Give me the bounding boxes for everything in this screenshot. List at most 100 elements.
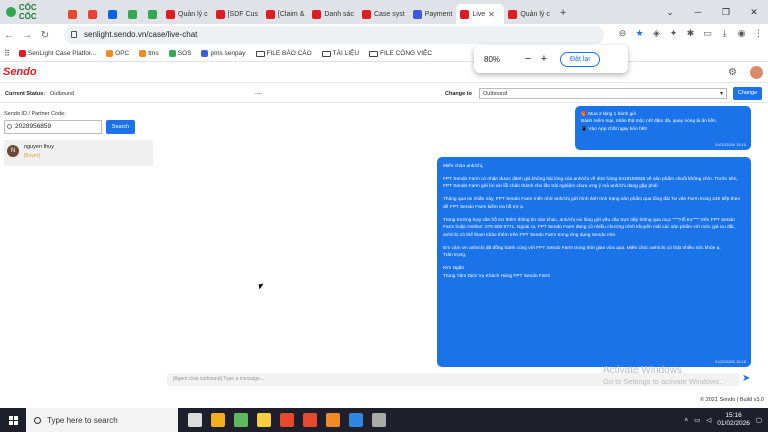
gear-icon[interactable]: ⚙ xyxy=(728,67,737,78)
windows-start-icon[interactable] xyxy=(0,408,26,432)
search-button[interactable]: Search xyxy=(106,120,135,134)
brand-label: CỐC CỐC xyxy=(18,3,37,21)
bookmark-star-icon[interactable]: ★ xyxy=(634,28,645,39)
bookmark-label: SenLight Case Platfor... xyxy=(27,50,97,57)
browser-tab[interactable]: Quản lý c xyxy=(504,4,554,24)
forward-icon[interactable]: → xyxy=(18,30,36,41)
favicon-icon xyxy=(106,50,114,57)
zoom-in-button[interactable]: + xyxy=(536,53,552,65)
taskbar-app-icon[interactable] xyxy=(372,413,386,427)
back-icon[interactable]: ← xyxy=(0,30,18,41)
new-tab-button[interactable]: + xyxy=(554,7,572,19)
browser-tab[interactable]: Payment xyxy=(409,4,457,24)
puzzle-icon[interactable]: ✱ xyxy=(685,28,696,39)
apps-grid-icon[interactable]: ⠿ xyxy=(4,49,10,58)
chat-panel: 🎁 Mua 2 tặng 1 bánh giò Bánh mềm mại, nh… xyxy=(157,104,768,392)
bookmark-item[interactable]: FILE BÁO CÁO xyxy=(255,50,312,57)
browser-tab[interactable] xyxy=(142,4,162,24)
change-button[interactable]: Change xyxy=(733,87,762,100)
taskbar-app-icon[interactable] xyxy=(326,413,340,427)
browser-tab[interactable]: Live ✕ xyxy=(456,4,505,24)
coccoc-logo[interactable]: CỐC CỐC xyxy=(0,3,62,21)
message-line: Bánh mềm mại, nhân thịt mộc nhĩ đậm đà, … xyxy=(581,119,717,125)
bookmark-item[interactable]: OPC xyxy=(106,50,129,57)
system-tray: ˄ ▭ ◁ 15:16 01/02/2026 ▢ xyxy=(684,408,768,432)
favicon-icon xyxy=(412,9,422,19)
taskbar-app-icon[interactable] xyxy=(257,413,271,427)
network-icon[interactable]: ▭ xyxy=(694,416,700,424)
message-paragraph: Thông qua tin nhắn này, FPT Sendo Farm m… xyxy=(443,197,741,210)
list-item[interactable]: N nguyen thuy [Buyer] xyxy=(4,140,153,166)
favicon-icon xyxy=(139,50,147,57)
browser-tab[interactable] xyxy=(122,4,142,24)
taskbar-app-icon[interactable] xyxy=(211,413,225,427)
zoom-reset-button[interactable]: Đặt lại xyxy=(560,51,600,67)
bookmark-item[interactable]: tms xyxy=(139,50,159,57)
change-to-select[interactable]: Outbound ▾ xyxy=(479,88,727,99)
menu-icon[interactable]: ⋮ xyxy=(753,28,764,39)
conversation-name: nguyen thuy xyxy=(24,144,54,150)
window-controls: ⌄ ─ ❐ ✕ xyxy=(656,0,768,24)
message-paragraph: Kim Ngân Trung Tâm Dịch Vụ Khách Hàng FP… xyxy=(443,266,551,279)
browser-tab[interactable]: Quản lý c xyxy=(162,4,212,24)
tray-chevron-icon[interactable]: ˄ xyxy=(684,417,688,424)
change-to-value: Outbound xyxy=(483,91,508,97)
address-bar-row: ← → ↻ senlight.sendo.vn/case/live-chat ⊖… xyxy=(0,24,768,46)
profile-icon[interactable]: ◉ xyxy=(736,28,747,39)
clock-time: 15:16 xyxy=(725,411,742,419)
clock-date: 01/02/2026 xyxy=(717,420,750,427)
volume-icon[interactable]: ◁ xyxy=(706,416,711,424)
bookmark-label: TÀI LIỆU xyxy=(332,50,360,57)
zoom-out-button[interactable]: − xyxy=(520,53,536,65)
browser-tab[interactable]: Danh sác xyxy=(308,4,358,24)
taskbar-app-icon[interactable] xyxy=(280,413,294,427)
search-icon xyxy=(7,124,12,129)
status-bar: Current Status: Outbound ---- Change to … xyxy=(0,86,768,103)
browser-tab[interactable] xyxy=(102,4,122,24)
avatar[interactable] xyxy=(750,66,763,79)
reload-icon[interactable]: ↻ xyxy=(36,30,54,41)
url-field[interactable]: senlight.sendo.vn/case/live-chat xyxy=(64,26,604,44)
favicon-icon xyxy=(147,9,157,19)
maximize-button[interactable]: ❐ xyxy=(712,0,740,24)
close-tab-icon[interactable]: ✕ xyxy=(488,10,495,19)
tab-search-icon[interactable]: ⌄ xyxy=(656,0,684,24)
browser-tab[interactable]: Case syst xyxy=(358,4,409,24)
favicon-icon xyxy=(201,50,209,57)
bookmark-item[interactable]: TÀI LIỆU xyxy=(321,50,360,57)
message-paragraph: Trong trường hợp cần hỗ trợ thêm thông t… xyxy=(443,217,735,238)
extension-icon[interactable]: ✦ xyxy=(668,28,679,39)
notification-icon[interactable]: ▢ xyxy=(756,416,762,424)
send-icon[interactable]: ➤ xyxy=(742,373,750,384)
sidebar-icon[interactable]: ▭ xyxy=(702,28,713,39)
taskbar-app-icon[interactable] xyxy=(188,413,202,427)
taskbar-app-icon[interactable] xyxy=(303,413,317,427)
sendo-id-value: 2028956859 xyxy=(15,123,52,130)
bookmark-item[interactable]: SOS xyxy=(168,50,191,57)
bookmark-item[interactable]: SenLight Case Platfor... xyxy=(18,50,97,57)
browser-tab[interactable] xyxy=(62,4,82,24)
sendo-id-input[interactable]: 2028956859 xyxy=(4,120,102,134)
bookmark-item[interactable]: FILE CÔNG VIỆC xyxy=(369,50,432,57)
bookmark-item[interactable]: pms senpay xyxy=(201,50,246,57)
taskbar-search-input[interactable]: Type here to search xyxy=(26,408,178,432)
browser-tab[interactable]: [Claim & xyxy=(262,4,308,24)
shield-icon[interactable]: ◈ xyxy=(651,28,662,39)
taskbar-app-icon[interactable] xyxy=(349,413,363,427)
taskbar-clock[interactable]: 15:16 01/02/2026 xyxy=(717,412,750,429)
browser-tab[interactable]: [SDF Cus xyxy=(212,4,262,24)
minimize-button[interactable]: ─ xyxy=(684,0,712,24)
bookmark-label: FILE BÁO CÁO xyxy=(266,50,312,57)
folder-icon xyxy=(255,50,265,57)
bookmarks-bar: ⠿ SenLight Case Platfor... OPC tms SOS pms s… xyxy=(0,46,768,62)
sendo-logo[interactable]: Sendo xyxy=(3,66,37,78)
favicon-icon xyxy=(127,9,137,19)
close-window-button[interactable]: ✕ xyxy=(740,0,768,24)
message-time: 01/02/2026 15:10 xyxy=(714,141,746,147)
zoom-icon[interactable]: ⊖ xyxy=(617,28,628,39)
taskbar-app-icon[interactable] xyxy=(234,413,248,427)
browser-tab[interactable] xyxy=(82,4,102,24)
zoom-level: 80% xyxy=(484,54,501,64)
download-icon[interactable]: ⤓ xyxy=(719,28,730,39)
bookmark-label: pms senpay xyxy=(210,50,246,57)
